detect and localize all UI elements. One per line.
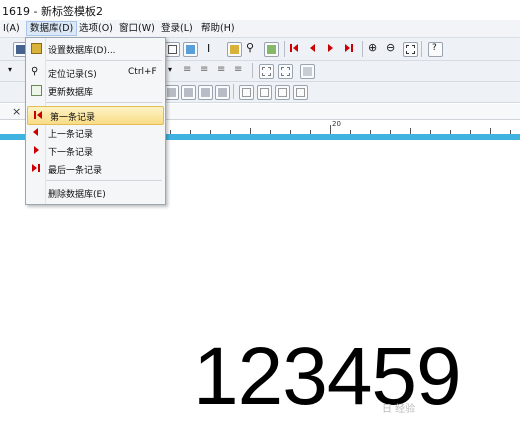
watermark: 日 经验 [382, 404, 416, 415]
menu-item-options[interactable]: 选项(O) [76, 22, 116, 35]
window-title: 1619 - 新标签模板2 [2, 5, 103, 18]
print-preview-icon[interactable] [165, 42, 180, 57]
send-backward-icon[interactable] [215, 85, 230, 100]
menu-update-database[interactable]: 更新数据库 [26, 82, 165, 99]
title-bar: 1619 - 新标签模板2 [0, 0, 520, 20]
ungroup-icon[interactable] [278, 64, 293, 79]
text-cursor-icon[interactable]: I [207, 42, 210, 55]
send-back-icon[interactable] [181, 85, 196, 100]
align-left-icon[interactable]: ≡ [183, 64, 191, 75]
menu-next-record[interactable]: 下一条记录 [26, 142, 165, 159]
font-dropdown-arrow-icon[interactable]: ▾ [168, 65, 172, 74]
bring-forward-icon[interactable] [198, 85, 213, 100]
dropdown-arrow-icon[interactable]: ▾ [8, 65, 12, 74]
align-middle-icon[interactable] [257, 85, 272, 100]
menu-previous-record[interactable]: 上一条记录 [26, 124, 165, 141]
first-record-icon [33, 110, 44, 121]
menu-item-help[interactable]: 帮助(H) [198, 22, 238, 35]
database-icon[interactable] [227, 42, 242, 57]
menu-item-window[interactable]: 窗口(W) [116, 22, 158, 35]
menu-bar: I(A) 数据库(D) 选项(O) 窗口(W) 登录(L) 帮助(H) [0, 20, 520, 38]
binoculars-toolbar-icon[interactable]: ⚲ [246, 41, 254, 54]
distribute-icon[interactable] [293, 85, 308, 100]
align-right-icon[interactable]: ≡ [217, 64, 225, 75]
zoom-fit-icon[interactable] [403, 42, 418, 57]
refresh-database-toolbar-icon[interactable] [264, 42, 279, 57]
barcode-number-text[interactable]: 123459 [193, 336, 462, 418]
align-bottom-icon[interactable] [275, 85, 290, 100]
next-record-icon [31, 145, 42, 156]
close-icon[interactable]: × [12, 105, 21, 118]
last-record-icon [31, 163, 42, 174]
menu-first-record[interactable]: 第一条记录 [27, 106, 164, 125]
menu-set-database[interactable]: 设置数据库(D)... [26, 40, 165, 57]
align-justify-icon[interactable]: ≡ [234, 64, 242, 75]
zoom-in-icon[interactable]: ⊕ [368, 41, 377, 54]
menu-delete-database[interactable]: 删除数据库(E) [26, 184, 165, 201]
binoculars-icon: ⚲ [31, 66, 39, 77]
help-icon[interactable]: ? [428, 42, 443, 57]
previous-record-icon [31, 127, 42, 138]
menu-item-database[interactable]: 数据库(D) [26, 21, 78, 36]
layer-icon[interactable] [300, 64, 315, 79]
group-icon[interactable] [259, 64, 274, 79]
align-center-icon[interactable]: ≡ [200, 64, 208, 75]
zoom-out-icon[interactable]: ⊖ [386, 41, 395, 54]
bring-front-icon[interactable] [164, 85, 179, 100]
image-icon[interactable] [183, 42, 198, 57]
menu-item-a[interactable]: I(A) [0, 22, 23, 35]
database-menu-dropdown: 设置数据库(D)... ⚲ 定位记录(S) Ctrl+F 更新数据库 第一条记录… [25, 37, 166, 205]
database-settings-icon [31, 43, 42, 54]
align-top-icon[interactable] [239, 85, 254, 100]
refresh-database-icon [31, 85, 42, 96]
menu-last-record[interactable]: 最后一条记录 [26, 160, 165, 177]
ruler-label: 20 [332, 120, 341, 128]
menu-item-login[interactable]: 登录(L) [158, 22, 196, 35]
menu-locate-record[interactable]: ⚲ 定位记录(S) Ctrl+F [26, 64, 165, 81]
